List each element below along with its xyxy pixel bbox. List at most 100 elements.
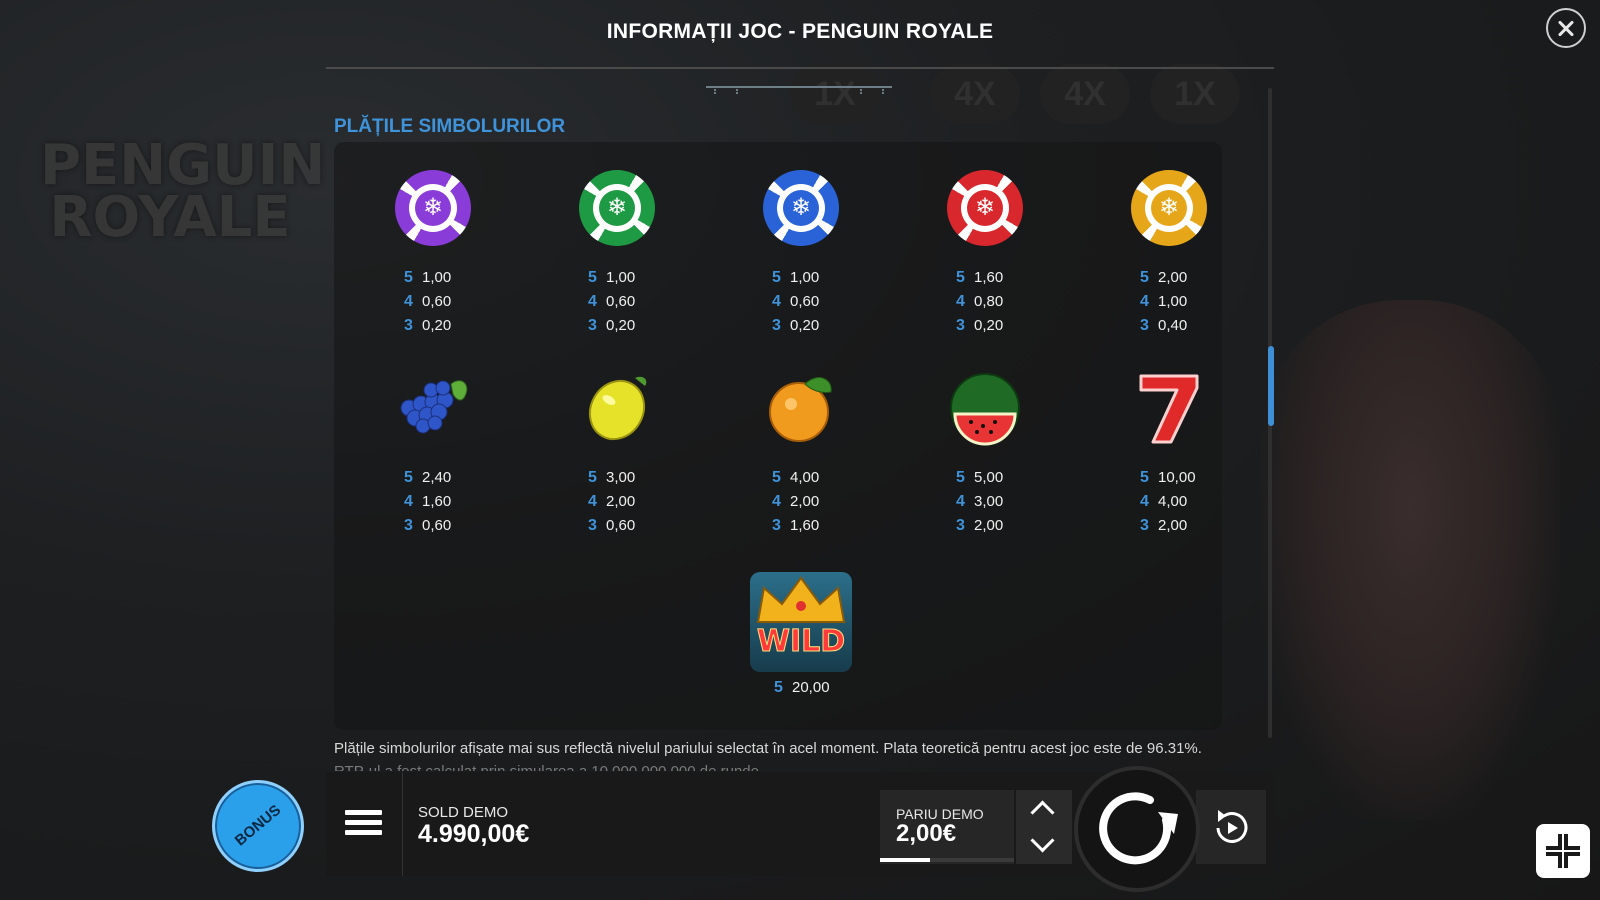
background-multiplier: 4X xyxy=(930,64,1020,124)
pay-count: 4 xyxy=(956,293,965,310)
seven-icon xyxy=(1139,374,1199,444)
exit-fullscreen-button[interactable] xyxy=(1536,824,1590,878)
pay-value: 1,00 xyxy=(1158,293,1188,310)
pay-value: 5,00 xyxy=(974,469,1004,486)
pay-count: 4 xyxy=(404,293,413,310)
pay-value: 0,60 xyxy=(422,517,452,534)
pay-value: 3,00 xyxy=(974,493,1004,510)
pay-count: 5 xyxy=(772,269,781,286)
pay-count: 3 xyxy=(772,517,781,534)
pay-value: 1,00 xyxy=(606,269,636,286)
pay-value: 0,20 xyxy=(422,317,452,334)
balance-value: 4.990,00€ xyxy=(418,820,530,848)
pay-value: 1,00 xyxy=(422,269,452,286)
pay-count: 4 xyxy=(1140,493,1149,510)
orange-icon xyxy=(769,377,832,442)
pay-count: 3 xyxy=(772,317,781,334)
pay-value: 10,00 xyxy=(1158,469,1196,486)
pay-count: 3 xyxy=(956,317,965,334)
background-multiplier: 1X xyxy=(790,64,880,124)
pay-value: 0,20 xyxy=(790,317,820,334)
pay-value: 0,60 xyxy=(422,293,452,310)
rtp-note-2: RTP-ul a fost calculat prin simularea a … xyxy=(334,763,763,771)
pay-value: 2,00 xyxy=(1158,269,1188,286)
close-button[interactable] xyxy=(1546,8,1586,48)
pay-count: 4 xyxy=(956,493,965,510)
pay-count: 3 xyxy=(404,517,413,534)
pay-value: 4,00 xyxy=(790,469,820,486)
pay-count: 4 xyxy=(772,493,781,510)
scrollbar-thumb[interactable] xyxy=(1268,346,1274,426)
symbol-green-chip: ❄ 5 1,00 4 0,60 3 0,20 xyxy=(542,170,692,346)
pay-value: 20,00 xyxy=(792,679,830,696)
background-logo: PENGUIN ROYALE xyxy=(40,133,326,250)
pay-value: 0,60 xyxy=(606,293,636,310)
pay-count: 3 xyxy=(956,517,965,534)
pay-count: 3 xyxy=(588,517,597,534)
green-chip-icon: ❄ xyxy=(579,170,655,246)
bet-level-fill xyxy=(880,858,930,862)
pay-value: 4,00 xyxy=(1158,493,1188,510)
spin-icon xyxy=(1099,792,1178,865)
pay-count: 5 xyxy=(404,469,413,486)
pay-count: 4 xyxy=(404,493,413,510)
pay-count: 3 xyxy=(1140,317,1149,334)
pay-value: 0,60 xyxy=(790,293,820,310)
pay-count: 5 xyxy=(588,269,597,286)
watermelon-icon xyxy=(950,373,1020,446)
symbol-red-chip: ❄ 5 1,60 4 0,80 3 0,20 xyxy=(910,170,1060,346)
balance-label: SOLD DEMO xyxy=(418,804,509,821)
autoplay-button[interactable] xyxy=(1196,790,1266,864)
wild-crown-icon: WILD xyxy=(750,572,852,672)
pay-value: 2,40 xyxy=(422,469,452,486)
pay-value: 1,60 xyxy=(974,269,1004,286)
pay-value: 2,00 xyxy=(1158,517,1188,534)
grapes-icon xyxy=(400,380,468,434)
blue-chip-icon: ❄ xyxy=(763,170,839,246)
pay-value: 1,60 xyxy=(422,493,452,510)
pay-value: 2,00 xyxy=(790,493,820,510)
lemon-icon xyxy=(588,376,647,441)
pay-count: 5 xyxy=(774,679,783,696)
section-title: PLĂȚILE SIMBOLURILOR xyxy=(334,116,566,137)
bonus-label: BONUS xyxy=(231,801,285,850)
title-divider xyxy=(326,67,1274,69)
page-title: INFORMAȚII JOC - PENGUIN ROYALE xyxy=(606,20,994,43)
pay-count: 4 xyxy=(772,293,781,310)
wild-label: WILD xyxy=(756,624,846,660)
symbol-grapes: 5 2,40 4 1,60 3 0,60 xyxy=(358,370,508,546)
bonus-button[interactable]: BONUS xyxy=(212,780,304,872)
background-penguin xyxy=(1260,300,1560,820)
pay-value: 0,20 xyxy=(606,317,636,334)
pay-count: 4 xyxy=(588,493,597,510)
pay-count: 3 xyxy=(588,317,597,334)
purple-chip-icon: ❄ xyxy=(395,170,471,246)
pay-count: 5 xyxy=(956,469,965,486)
pay-value: 0,40 xyxy=(1158,317,1188,334)
pay-value: 0,60 xyxy=(606,517,636,534)
pay-value: 2,00 xyxy=(974,517,1004,534)
pay-value: 0,20 xyxy=(974,317,1004,334)
symbol-lemon: 5 3,00 4 2,00 3 0,60 xyxy=(542,370,692,546)
pay-count: 5 xyxy=(588,469,597,486)
pay-count: 5 xyxy=(772,469,781,486)
symbol-watermelon: 5 5,00 4 3,00 3 2,00 xyxy=(910,370,1060,546)
hamburger-icon xyxy=(345,810,382,815)
pay-count: 5 xyxy=(1140,469,1149,486)
symbol-blue-chip: ❄ 5 1,00 4 0,60 3 0,20 xyxy=(726,170,876,346)
red-chip-icon: ❄ xyxy=(947,170,1023,246)
symbol-purple-chip: ❄ 5 1,00 4 0,60 3 0,20 xyxy=(358,170,508,346)
pay-value: 3,00 xyxy=(606,469,636,486)
pay-value: 2,00 xyxy=(606,493,636,510)
pay-count: 3 xyxy=(1140,517,1149,534)
symbol-orange: 5 4,00 4 2,00 3 1,60 xyxy=(726,370,876,546)
pay-count: 5 xyxy=(956,269,965,286)
pay-count: 5 xyxy=(404,269,413,286)
gold-chip-icon: ❄ xyxy=(1131,170,1207,246)
pay-value: 0,80 xyxy=(974,293,1004,310)
bet-value: 2,00€ xyxy=(896,820,957,847)
pay-count: 5 xyxy=(1140,269,1149,286)
rtp-note: Plățile simbolurilor afișate mai sus ref… xyxy=(334,740,1202,757)
menu-button[interactable] xyxy=(326,772,403,876)
spin-button[interactable] xyxy=(1074,766,1200,892)
